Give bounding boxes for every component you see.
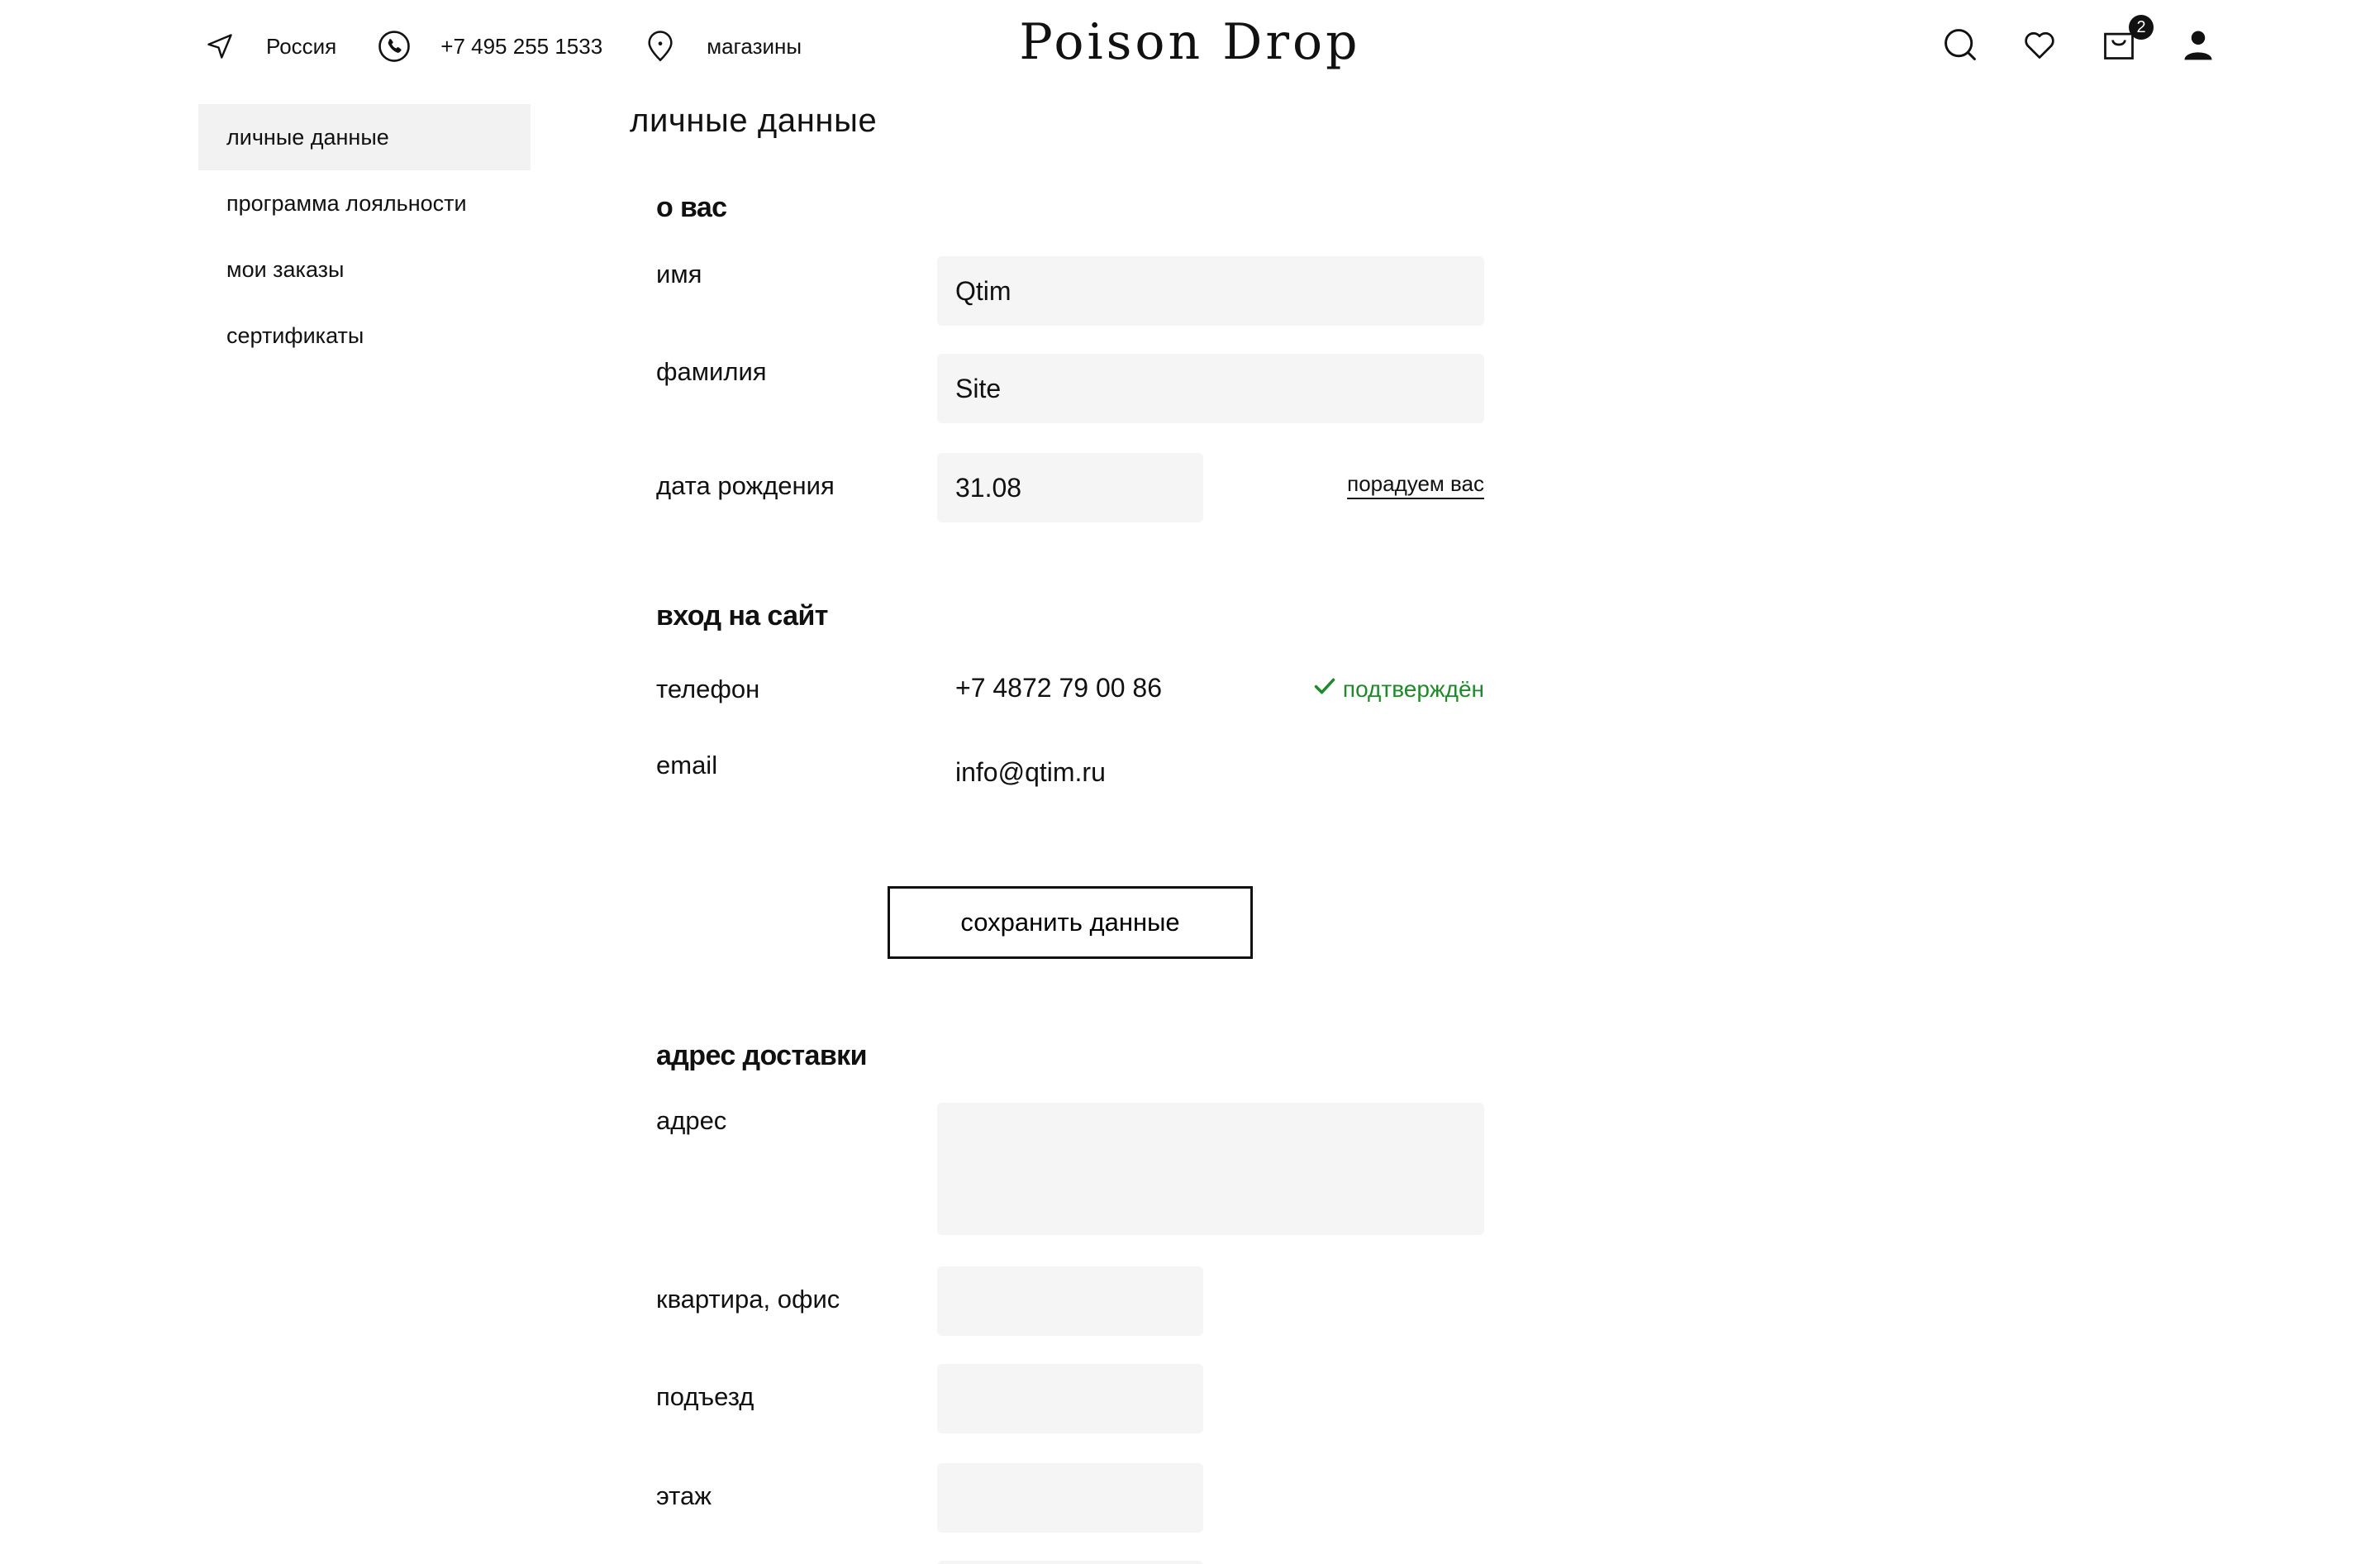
- heart-icon[interactable]: [2020, 25, 2059, 64]
- cart-count-badge: 2: [2129, 15, 2154, 40]
- about-section-title: о вас: [656, 192, 727, 223]
- birthday-field[interactable]: 31.08: [937, 453, 1203, 522]
- user-icon[interactable]: [2178, 25, 2218, 64]
- page: Россия +7 495 255 1533 магазины Poison D…: [0, 0, 2380, 1564]
- first-name-value: Qtim: [955, 275, 1011, 306]
- search-icon[interactable]: [1940, 25, 1980, 64]
- save-data-button[interactable]: сохранить данные: [888, 886, 1253, 959]
- apartment-label: квартира, офис: [656, 1285, 840, 1314]
- phone-value: +7 4872 79 00 86: [955, 673, 1163, 703]
- email-label: email: [656, 751, 718, 780]
- phone-verified-status: подтверждён: [1313, 675, 1484, 703]
- login-section-title: вход на сайт: [656, 600, 828, 632]
- first-name-field[interactable]: Qtim: [937, 256, 1484, 326]
- next-field-partial[interactable]: [937, 1561, 1203, 1564]
- delivery-section-title: адрес доставки: [656, 1040, 867, 1071]
- sidebar-item-my-orders[interactable]: мои заказы: [198, 236, 531, 303]
- phone-status-text: подтверждён: [1342, 675, 1484, 702]
- phone-label: телефон: [656, 675, 760, 703]
- check-icon: [1313, 675, 1336, 703]
- account-sidebar: личные данные программа лояльности мои з…: [198, 104, 531, 369]
- floor-label: этаж: [656, 1481, 712, 1510]
- birthday-value: 31.08: [955, 472, 1022, 503]
- entrance-field[interactable]: [937, 1364, 1203, 1433]
- birthday-label: дата рождения: [656, 471, 835, 500]
- sidebar-item-loyalty-program[interactable]: программа лояльности: [198, 170, 531, 236]
- entrance-label: подъезд: [656, 1382, 754, 1411]
- sidebar-item-personal-data[interactable]: личные данные: [198, 104, 531, 170]
- last-name-label: фамилия: [656, 357, 767, 386]
- birthday-gift-link[interactable]: порадуем вас: [1347, 471, 1484, 497]
- last-name-field[interactable]: Site: [937, 354, 1484, 423]
- cart-icon[interactable]: 2: [2099, 15, 2154, 64]
- address-field[interactable]: [937, 1103, 1484, 1235]
- email-value: info@qtim.ru: [955, 757, 1106, 787]
- floor-field[interactable]: [937, 1463, 1203, 1533]
- sidebar-item-certificates[interactable]: сертификаты: [198, 303, 531, 369]
- page-title: личные данные: [630, 103, 878, 139]
- address-label: адрес: [656, 1106, 727, 1135]
- header-actions: 2: [1940, 15, 2218, 64]
- last-name-value: Site: [955, 373, 1002, 403]
- apartment-field[interactable]: [937, 1266, 1203, 1336]
- first-name-label: имя: [656, 260, 702, 288]
